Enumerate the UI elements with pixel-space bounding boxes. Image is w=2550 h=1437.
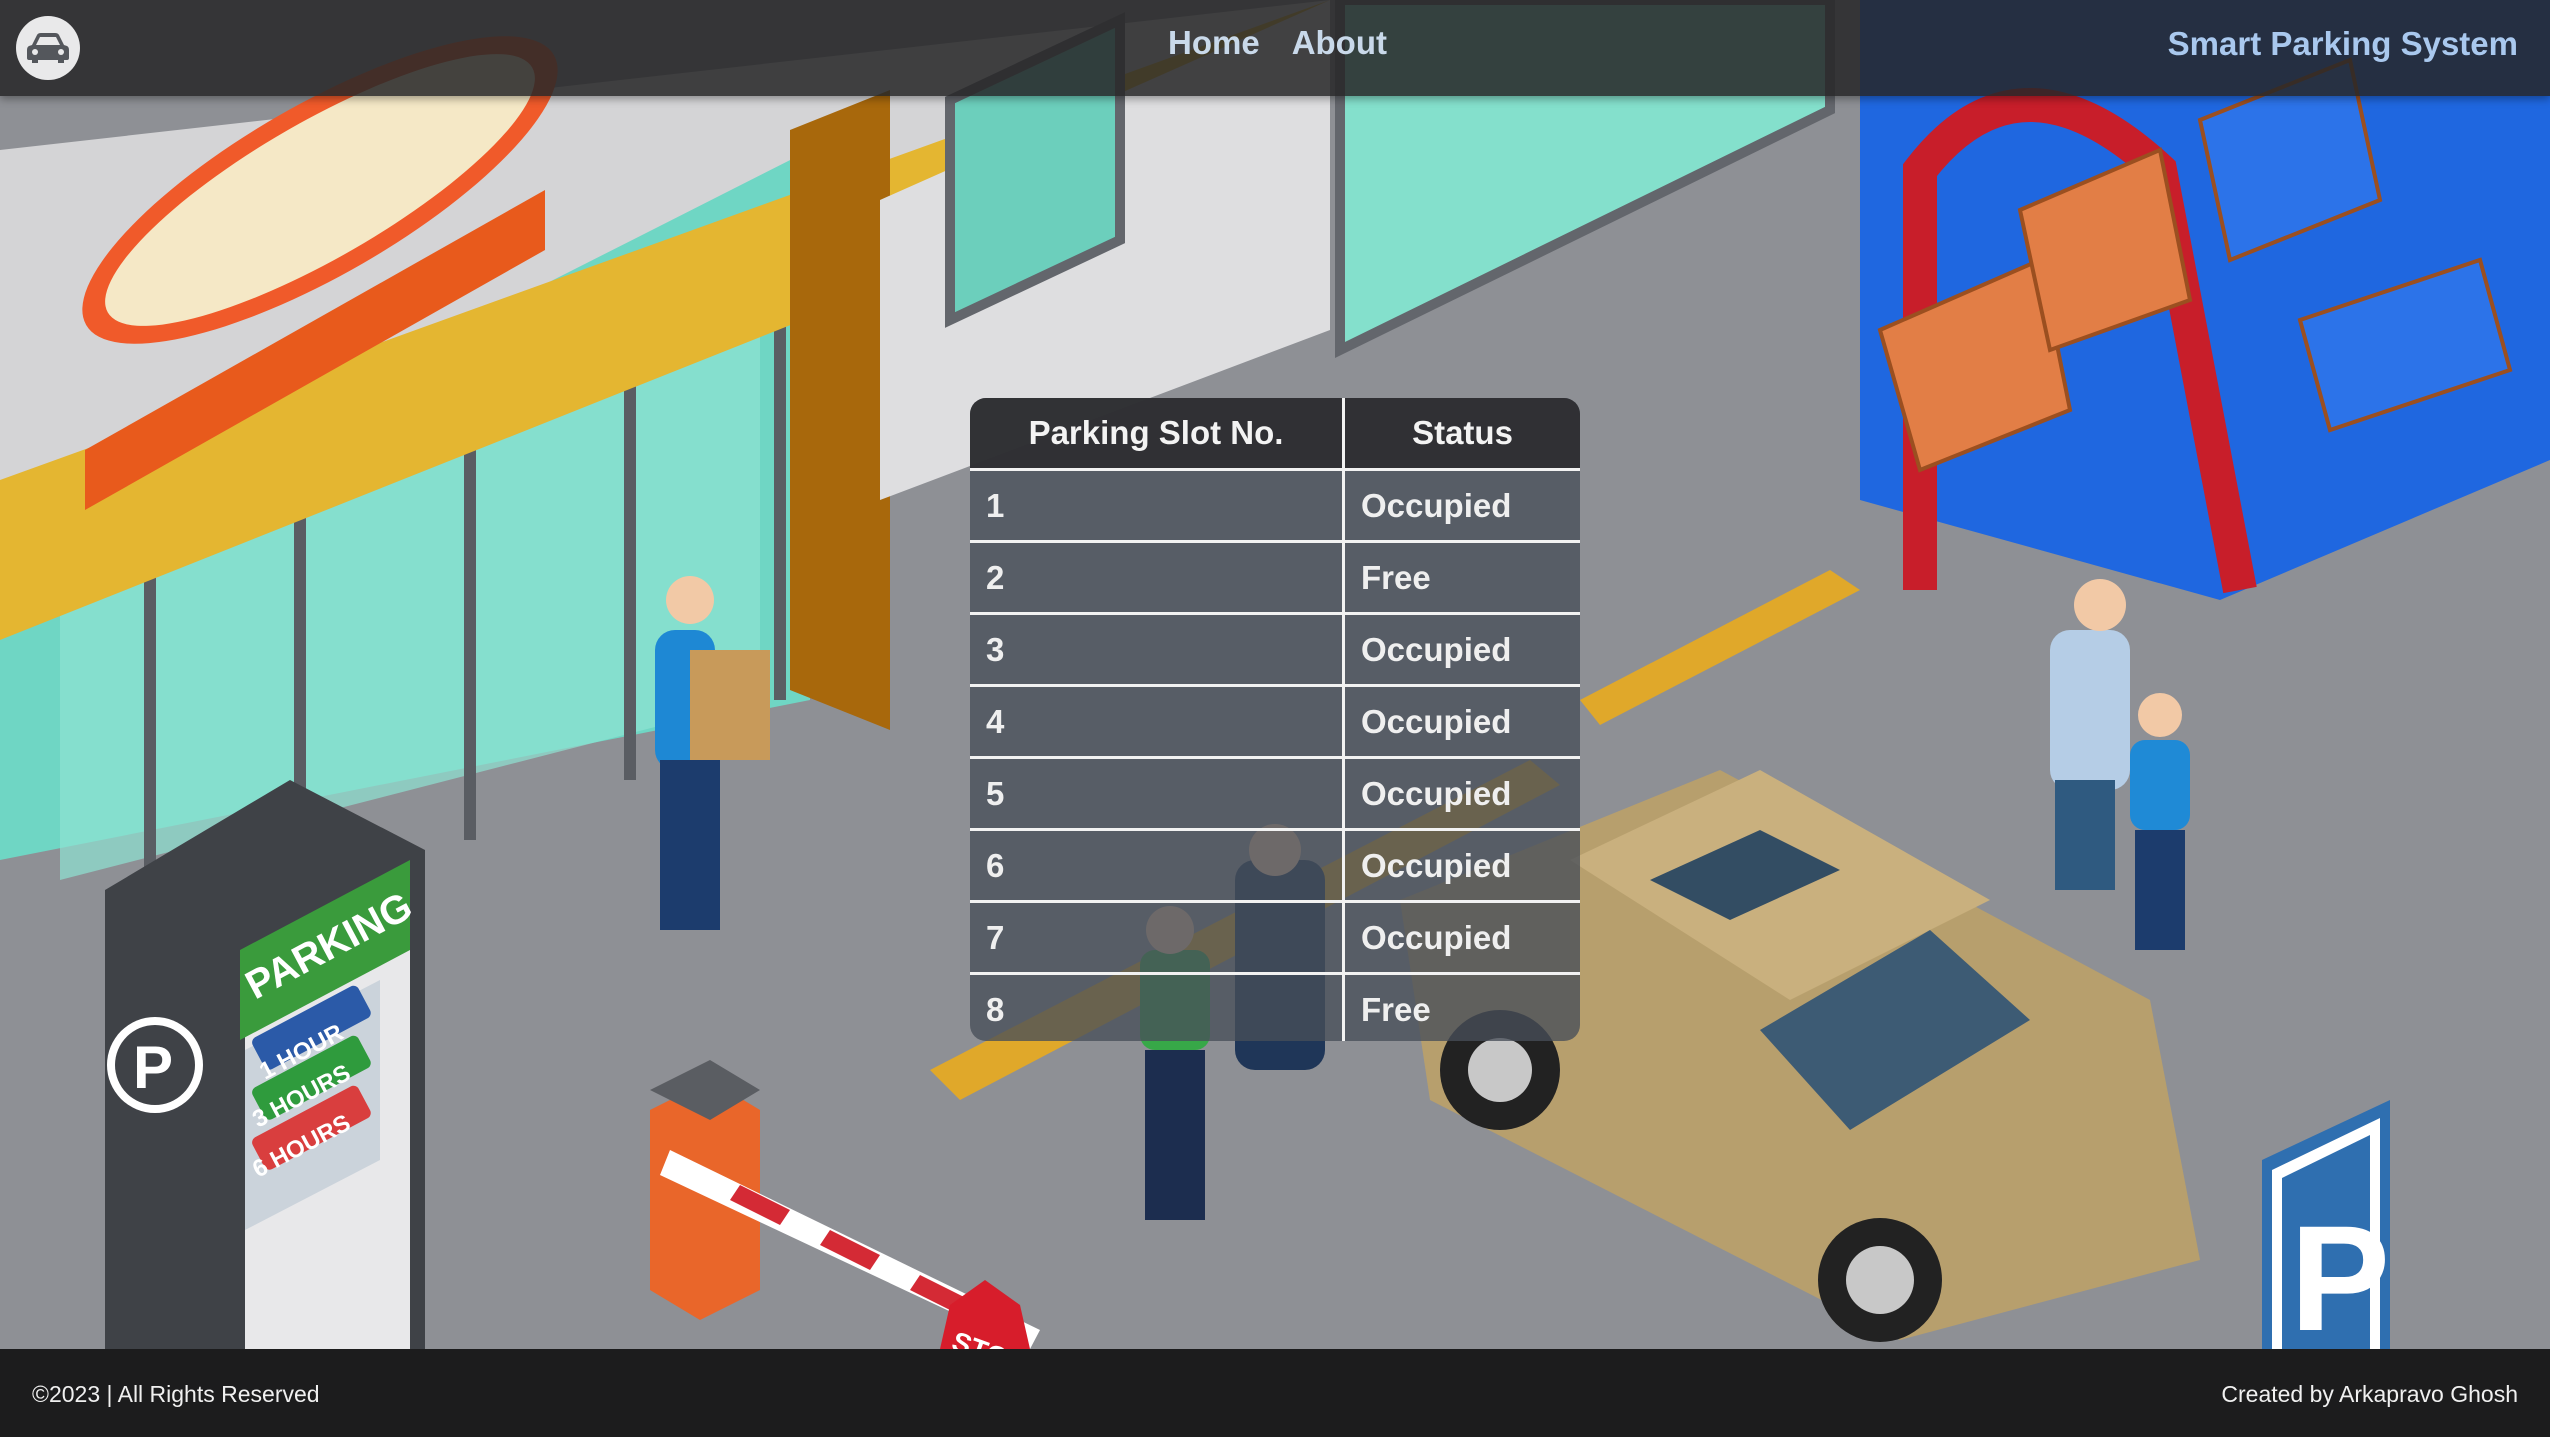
table-row: 7 Occupied (970, 900, 1580, 974)
slot-number-cell: 6 (970, 828, 1345, 902)
meter-p-symbol: P (133, 1034, 173, 1101)
table-row: 8 Free (970, 972, 1580, 1041)
table-row: 2 Free (970, 540, 1580, 614)
header-status: Status (1343, 398, 1580, 470)
slot-status-cell: Free (1343, 972, 1580, 1041)
copyright-text: ©2023 | All Rights Reserved (32, 1381, 320, 1407)
slot-number-cell: 2 (970, 540, 1345, 614)
nav-link-home[interactable]: Home (1168, 24, 1260, 62)
slot-number-cell: 8 (970, 972, 1345, 1041)
slot-status-cell: Occupied (1343, 684, 1580, 758)
nav-link-about[interactable]: About (1292, 24, 1387, 62)
slot-status-cell: Occupied (1343, 828, 1580, 902)
header-slot-number: Parking Slot No. (970, 398, 1345, 470)
slot-number-cell: 1 (970, 468, 1345, 542)
slot-status-cell: Occupied (1343, 756, 1580, 830)
slot-number-cell: 5 (970, 756, 1345, 830)
slot-number-cell: 3 (970, 612, 1345, 686)
slot-number-cell: 4 (970, 684, 1345, 758)
footer: ©2023 | All Rights Reserved Created by A… (0, 1349, 2550, 1437)
nav-links: Home About (1168, 24, 1387, 62)
slot-number-cell: 7 (970, 900, 1345, 974)
table-row: 6 Occupied (970, 828, 1580, 902)
brand-title: Smart Parking System (2167, 25, 2518, 62)
slot-status-cell: Occupied (1343, 612, 1580, 686)
slot-status-cell: Free (1343, 540, 1580, 614)
table-row: 4 Occupied (970, 684, 1580, 758)
table-row: 5 Occupied (970, 756, 1580, 830)
parking-status-table: Parking Slot No. Status 1 Occupied 2 Fre… (970, 398, 1580, 1041)
navbar: Home About Smart Parking System (0, 0, 2550, 96)
car-logo-icon[interactable] (16, 16, 80, 80)
table-header-row: Parking Slot No. Status (970, 398, 1580, 470)
slot-status-cell: Occupied (1343, 468, 1580, 542)
credit-text: Created by Arkapravo Ghosh (2221, 1381, 2518, 1407)
table-row: 1 Occupied (970, 468, 1580, 542)
parking-meter: PARKING 1 HOUR 3 HOURS 6 HOURS P (105, 780, 425, 1349)
slot-status-cell: Occupied (1343, 900, 1580, 974)
table-row: 3 Occupied (970, 612, 1580, 686)
parking-sign-letter: P (2290, 1194, 2390, 1362)
